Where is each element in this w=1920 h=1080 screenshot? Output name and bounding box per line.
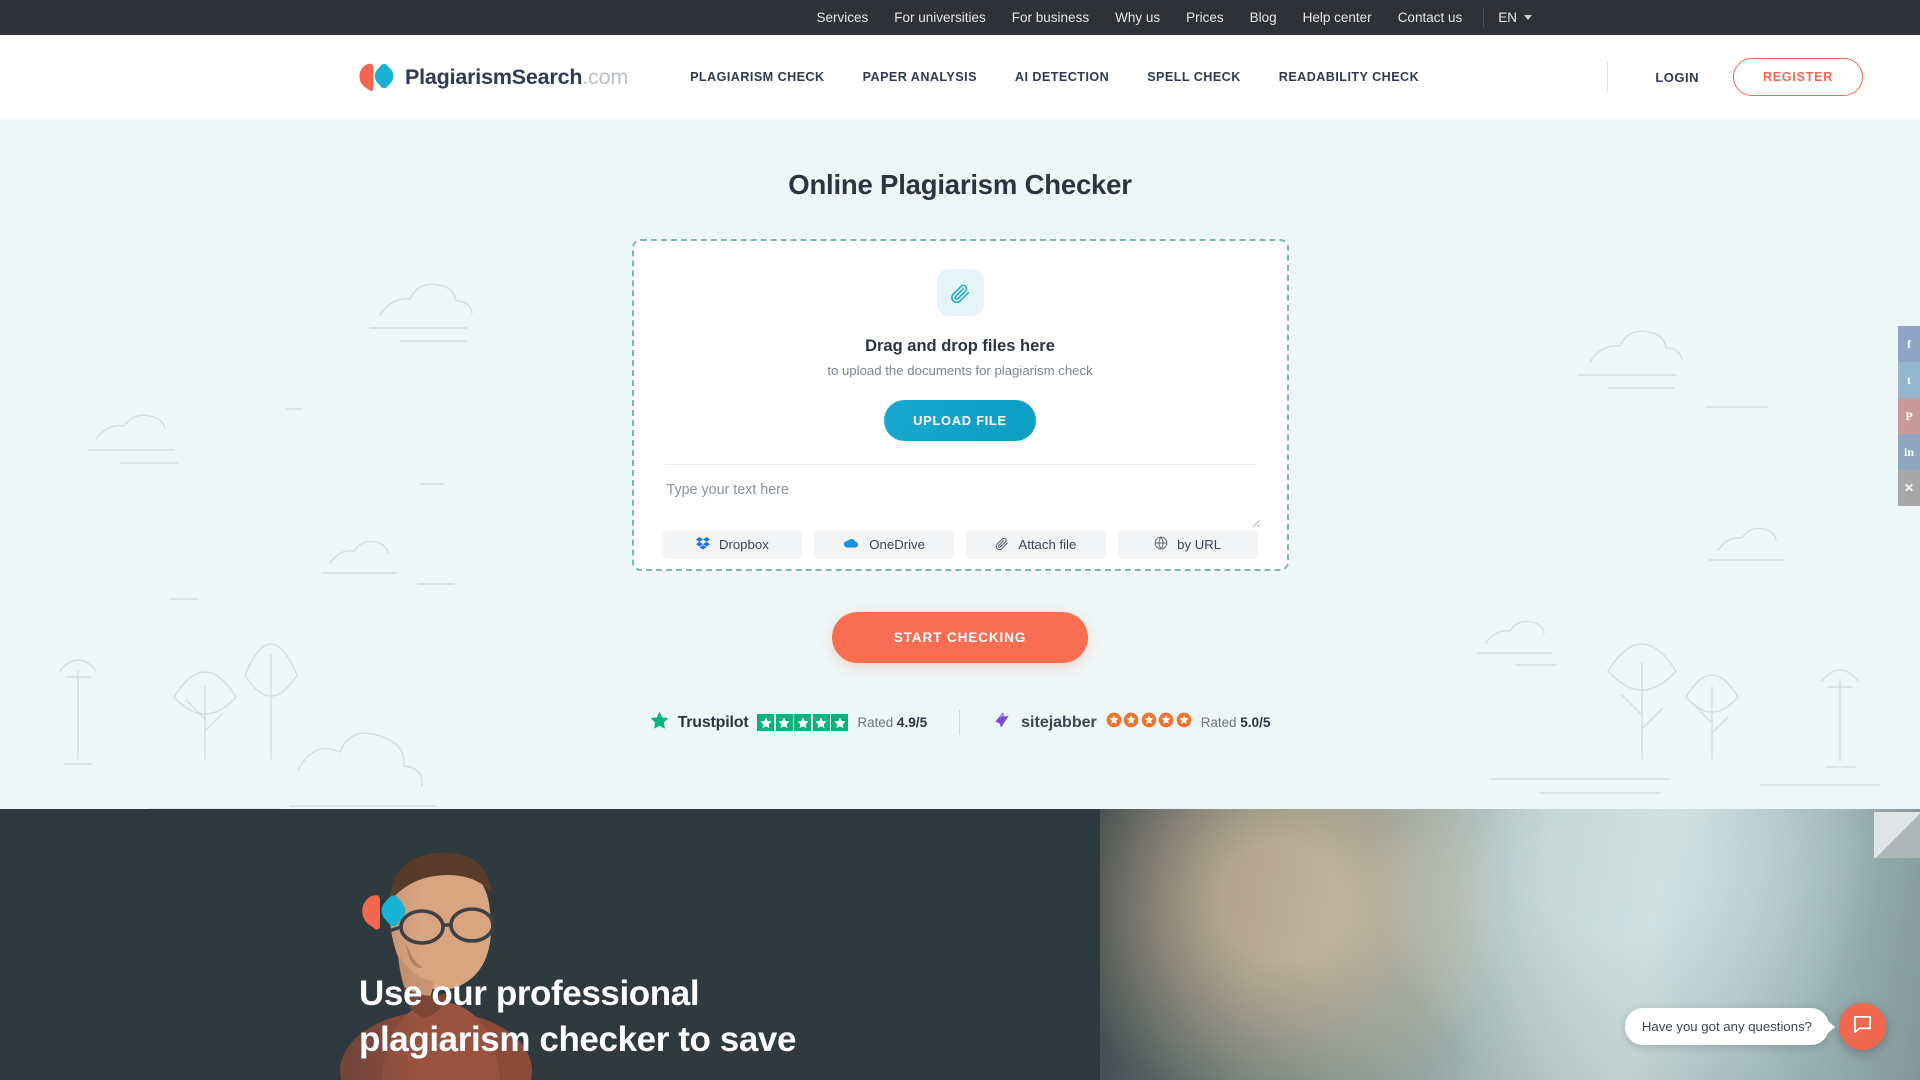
trustpilot-rating-score: 4.9/5: [896, 715, 928, 730]
sitejabber-stars: [1106, 712, 1192, 733]
header-actions: LOGIN REGISTER: [1607, 58, 1863, 96]
photo-corner-artifact: [1874, 812, 1920, 858]
nav-readability-check[interactable]: READABILITY CHECK: [1260, 70, 1438, 84]
social-share-rail: f t P in ✕: [1898, 326, 1920, 506]
paperclip-icon: [936, 269, 984, 316]
text-input-area[interactable]: Type your text here: [663, 465, 1260, 528]
dropzone-title: Drag and drop files here: [865, 337, 1055, 355]
upload-file-button[interactable]: UPLOAD FILE: [884, 400, 1036, 441]
topbar-link-services[interactable]: Services: [803, 0, 881, 35]
logo-wordmark: PlagiarismSearch.com: [405, 65, 628, 90]
nav-ai-detection[interactable]: AI DETECTION: [996, 70, 1128, 84]
source-label-by-url: by URL: [1177, 537, 1222, 552]
sitejabber-brand-label: sitejabber: [1021, 713, 1097, 731]
topbar-link-contact-us[interactable]: Contact us: [1385, 0, 1476, 35]
language-selector-value: EN: [1498, 10, 1517, 25]
topbar-link-blog[interactable]: Blog: [1237, 0, 1290, 35]
source-label-attach-file: Attach file: [1018, 537, 1077, 552]
topbar-link-why-us[interactable]: Why us: [1102, 0, 1173, 35]
top-utility-bar: Services For universities For business W…: [0, 0, 1920, 35]
trustpilot-brand-label: Trustpilot: [677, 713, 749, 731]
topbar-link-help-center[interactable]: Help center: [1290, 0, 1385, 35]
social-linkedin-icon[interactable]: in: [1898, 434, 1920, 470]
nav-plagiarism-check[interactable]: PLAGIARISM CHECK: [671, 70, 844, 84]
source-label-dropbox: Dropbox: [718, 537, 769, 552]
rating-trustpilot[interactable]: Trustpilot Rated 4.9/5: [650, 711, 927, 735]
lower-logo-mark-icon: [359, 893, 406, 932]
star-icon: [1106, 712, 1122, 733]
chat-bubble-icon: [1851, 1013, 1874, 1041]
topbar-link-prices[interactable]: Prices: [1173, 0, 1237, 35]
topbar-link-for-business[interactable]: For business: [999, 0, 1102, 35]
paperclip-icon: [995, 536, 1009, 553]
lower-promo-heading-line2: plagiarism checker to save: [359, 1019, 797, 1059]
source-button-dropbox[interactable]: Dropbox: [662, 530, 803, 559]
topbar-link-for-universities[interactable]: For universities: [881, 0, 999, 35]
page-title: Online Plagiarism Checker: [788, 169, 1132, 200]
trustpilot-stars: [757, 714, 849, 731]
nav-spell-check[interactable]: SPELL CHECK: [1128, 70, 1260, 84]
topbar-divider: [1483, 7, 1485, 28]
logo-mark-icon: [357, 62, 394, 93]
star-icon: [812, 714, 830, 731]
star-icon: [1141, 712, 1157, 733]
lower-promo-heading: Use our professional plagiarism checker …: [359, 971, 919, 1062]
trustpilot-rating-text: Rated 4.9/5: [857, 715, 927, 730]
login-link[interactable]: LOGIN: [1637, 70, 1717, 85]
social-pinterest-icon[interactable]: P: [1898, 398, 1920, 434]
dropbox-icon: [695, 536, 710, 553]
ratings-divider: [959, 710, 961, 735]
sitejabber-rating-score: 5.0/5: [1240, 715, 1271, 730]
language-selector[interactable]: EN: [1492, 10, 1538, 25]
star-icon: [775, 714, 793, 731]
chevron-down-icon: [1524, 15, 1532, 20]
star-icon: [757, 714, 775, 731]
onedrive-icon: [843, 537, 860, 553]
source-label-onedrive: OneDrive: [869, 537, 925, 552]
chat-prompt-bubble[interactable]: Have you got any questions?: [1624, 1008, 1836, 1045]
rating-sitejabber[interactable]: sitejabber Rated 5.0/5: [992, 710, 1270, 735]
social-twitter-icon[interactable]: t: [1898, 362, 1920, 398]
source-button-onedrive[interactable]: OneDrive: [814, 530, 954, 559]
textarea-resize-handle[interactable]: [1249, 515, 1261, 528]
star-icon: [1123, 712, 1139, 733]
file-dropzone[interactable]: Drag and drop files here to upload the d…: [631, 239, 1289, 571]
sitejabber-rating-text: Rated 5.0/5: [1201, 715, 1271, 730]
chat-open-button[interactable]: [1839, 1003, 1886, 1050]
lower-promo-heading-line1: Use our professional: [359, 974, 700, 1013]
star-icon: [1176, 712, 1192, 733]
star-icon: [794, 714, 812, 731]
register-button[interactable]: REGISTER: [1733, 58, 1863, 96]
top-utility-nav: Services For universities For business W…: [803, 0, 1538, 35]
chat-widget: Have you got any questions?: [1624, 1003, 1886, 1050]
star-icon: [1158, 712, 1174, 733]
nav-paper-analysis[interactable]: PAPER ANALYSIS: [844, 70, 996, 84]
hero-section: Online Plagiarism Checker Drag and drop …: [0, 119, 1920, 809]
file-source-buttons: Dropbox OneDrive Attach file by URL: [662, 530, 1258, 559]
logo-text-domain: .com: [582, 64, 629, 89]
header-divider: [1607, 62, 1609, 92]
site-logo[interactable]: PlagiarismSearch.com: [357, 62, 628, 93]
ratings-row: Trustpilot Rated 4.9/5 sitejabber Rated …: [0, 710, 1920, 735]
sitejabber-logo-icon: [992, 710, 1012, 735]
main-nav: PLAGIARISM CHECK PAPER ANALYSIS AI DETEC…: [671, 70, 1438, 84]
source-button-by-url[interactable]: by URL: [1117, 530, 1258, 559]
globe-icon: [1154, 536, 1168, 553]
logo-text-strong: PlagiarismSearch: [405, 64, 583, 89]
dropzone-subtitle: to upload the documents for plagiarism c…: [827, 363, 1093, 378]
main-header: PlagiarismSearch.com PLAGIARISM CHECK PA…: [0, 35, 1920, 119]
trustpilot-star-icon: [650, 711, 669, 735]
star-icon: [831, 714, 849, 731]
sitejabber-rating-prefix: Rated: [1200, 715, 1241, 730]
social-close-icon[interactable]: ✕: [1898, 470, 1920, 506]
source-button-attach-file[interactable]: Attach file: [966, 530, 1106, 559]
social-facebook-icon[interactable]: f: [1898, 326, 1920, 362]
start-checking-button[interactable]: START CHECKING: [831, 612, 1089, 663]
trustpilot-rating-prefix: Rated: [857, 715, 897, 730]
text-input-placeholder: Type your text here: [666, 482, 789, 498]
